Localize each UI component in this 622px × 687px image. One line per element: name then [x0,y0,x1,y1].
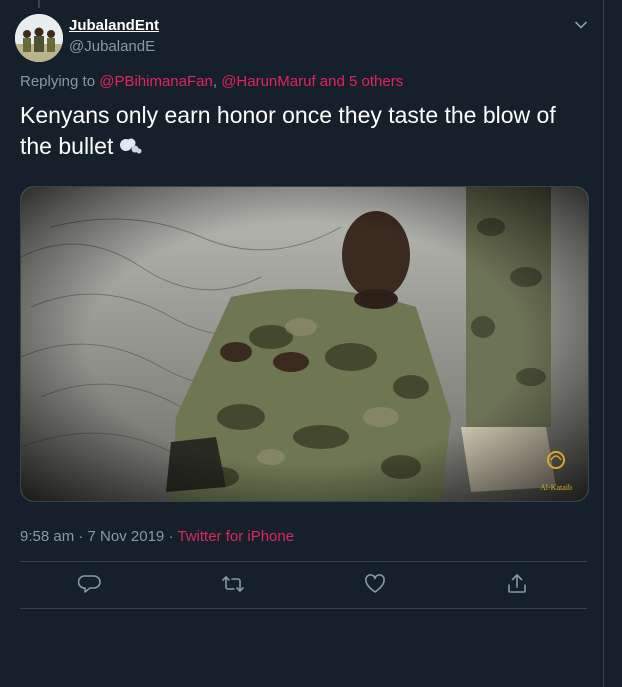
dashing-away-emoji-icon [117,133,143,154]
user-handle[interactable]: @JubalandE [69,38,155,55]
avatar[interactable] [15,14,63,62]
replying-to-label: Replying to [20,73,96,90]
mention-separator: , [212,73,218,90]
timeline-border [603,0,604,687]
reply-icon[interactable] [77,572,102,596]
replying-to: Replying to @PBihimanaFan, @HarunMaruf a… [20,73,403,90]
tweet-text-content: Kenyans only earn honor once they taste … [20,102,556,159]
chevron-down-icon[interactable] [572,16,590,34]
others-link[interactable]: and 5 others [320,73,403,90]
mention-link[interactable]: @HarunMaruf [221,73,315,90]
meta-separator: · [168,528,174,545]
tweet[interactable]: JubalandEnt @JubalandE Replying to @PBih… [0,0,603,610]
like-icon[interactable] [363,572,387,596]
tweet-time[interactable]: 9:58 am [20,528,74,545]
mention-link[interactable]: @PBihimanaFan [99,73,213,90]
meta-separator: · [78,528,84,545]
action-bar [20,562,587,608]
tweet-source[interactable]: Twitter for iPhone [177,528,294,545]
share-icon[interactable] [505,572,529,596]
tweet-date[interactable]: 7 Nov 2019 [88,528,165,545]
divider [20,608,587,609]
watermark-text: Al-Kataib [540,483,572,492]
tweet-meta: 9:58 am · 7 Nov 2019 · Twitter for iPhon… [20,528,294,545]
tweet-image[interactable]: Al-Kataib [20,186,589,502]
display-name[interactable]: JubalandEnt [69,17,159,34]
retweet-icon[interactable] [221,572,245,596]
tweet-text: Kenyans only earn honor once they taste … [20,100,590,162]
